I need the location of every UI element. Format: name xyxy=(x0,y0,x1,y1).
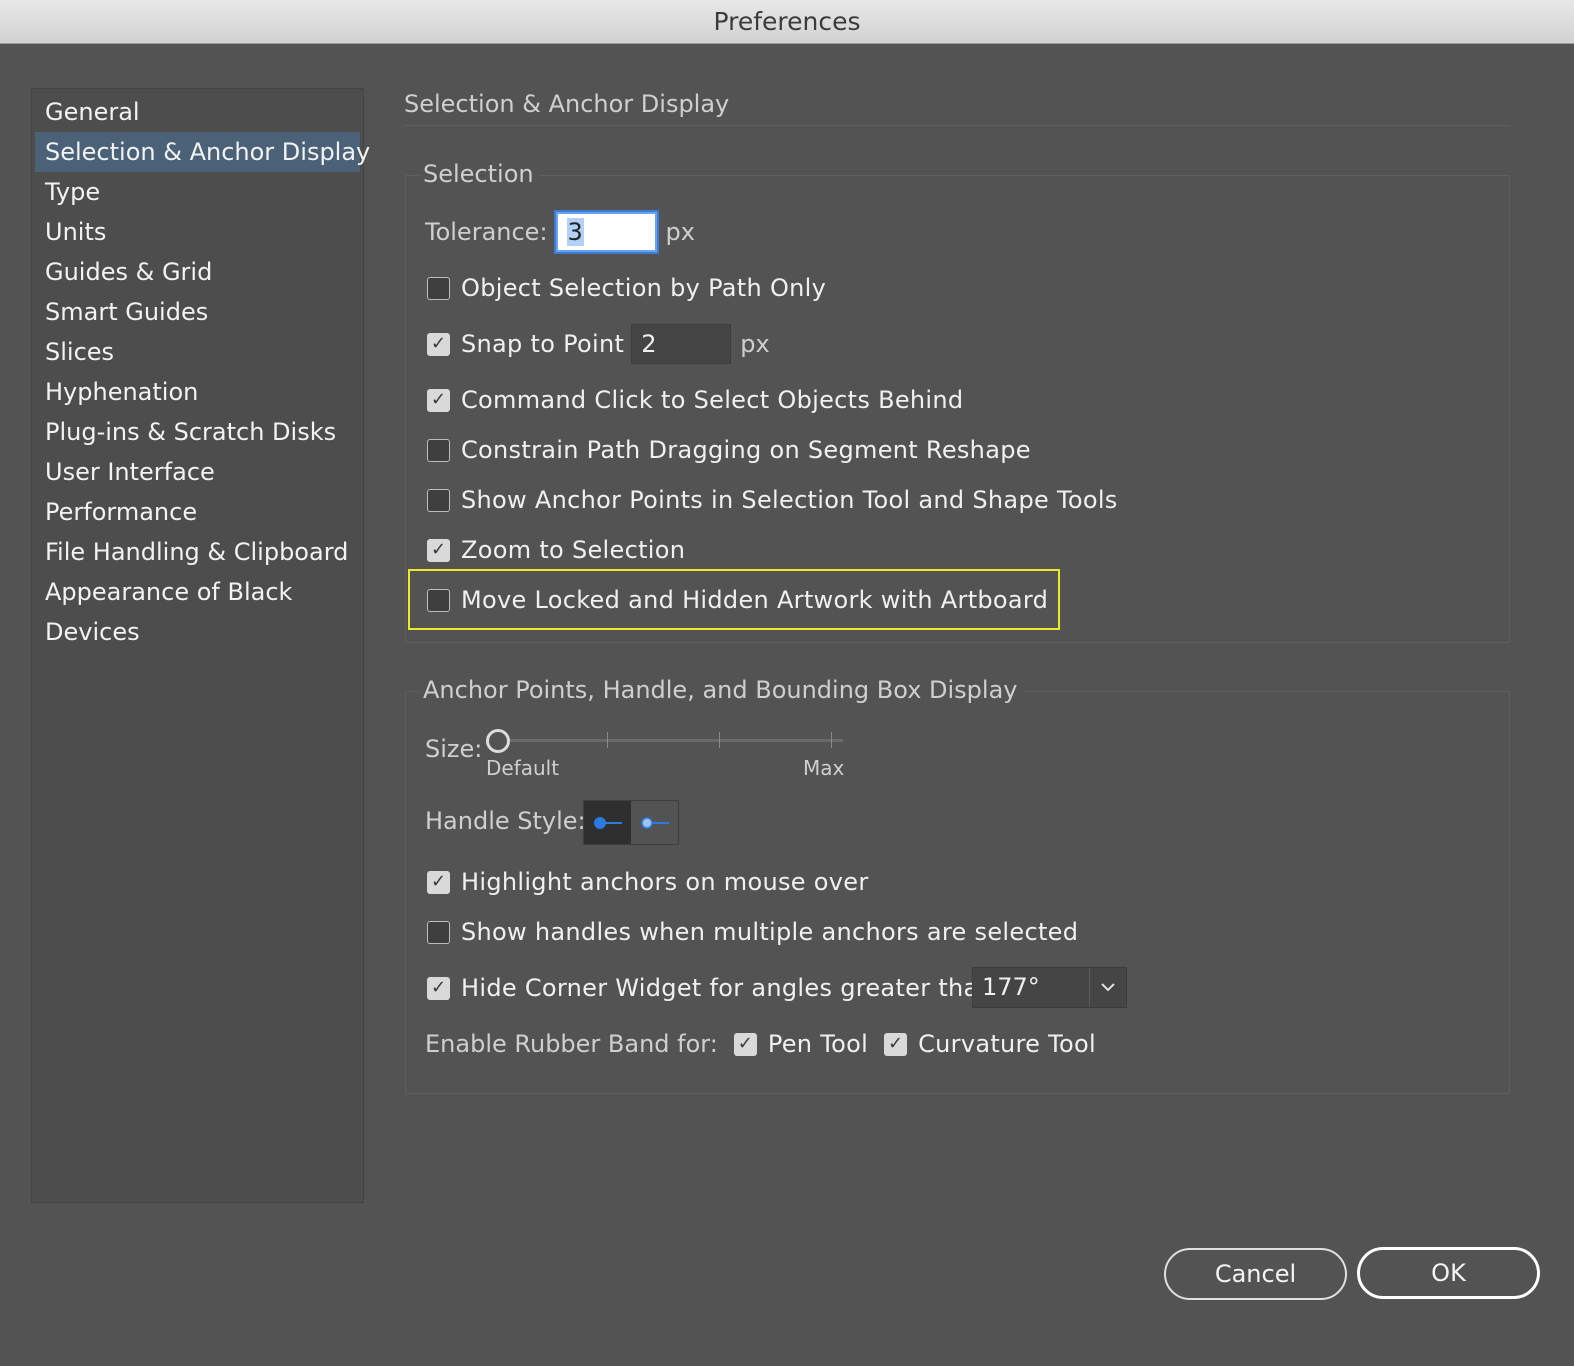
show-anchor-points-row[interactable]: Show Anchor Points in Selection Tool and… xyxy=(427,486,1118,514)
snap-to-point-checkbox[interactable]: ✓ xyxy=(427,332,450,356)
size-slider-tick xyxy=(719,732,720,748)
constrain-path-row[interactable]: Constrain Path Dragging on Segment Resha… xyxy=(427,436,1031,464)
handle-style-label: Handle Style: xyxy=(425,807,586,835)
size-slider-knob[interactable] xyxy=(486,729,510,753)
rubber-band-row: Enable Rubber Band for: ✓ Pen Tool ✓ Cur… xyxy=(425,1030,1096,1058)
move-locked-label: Move Locked and Hidden Artwork with Artb… xyxy=(461,586,1049,614)
sidebar-item-slices[interactable]: Slices xyxy=(35,332,360,372)
move-locked-checkbox[interactable] xyxy=(427,588,450,612)
title-bar: Preferences xyxy=(0,0,1574,44)
hide-corner-widget-row[interactable]: ✓ Hide Corner Widget for angles greater … xyxy=(427,974,1002,1002)
tolerance-input[interactable]: 3 xyxy=(555,212,657,252)
check-icon: ✓ xyxy=(737,1033,753,1054)
sidebar-item-general[interactable]: General xyxy=(35,92,360,132)
hide-corner-widget-checkbox[interactable]: ✓ xyxy=(427,976,450,1000)
cancel-button[interactable]: Cancel xyxy=(1164,1248,1347,1300)
object-selection-checkbox[interactable] xyxy=(427,276,450,300)
pen-tool-label: Pen Tool xyxy=(767,1030,869,1058)
size-min-label: Default xyxy=(486,756,560,780)
chevron-down-icon[interactable] xyxy=(1089,968,1126,1007)
sidebar-item-user-interface[interactable]: User Interface xyxy=(35,452,360,492)
snap-to-point-input[interactable]: 2 xyxy=(631,324,732,364)
size-slider-tick xyxy=(831,732,832,748)
command-click-label: Command Click to Select Objects Behind xyxy=(461,386,964,414)
constrain-path-label: Constrain Path Dragging on Segment Resha… xyxy=(461,436,1031,464)
pen-tool-checkbox[interactable]: ✓ xyxy=(733,1032,757,1056)
check-icon: ✓ xyxy=(888,1033,904,1054)
curvature-tool-checkbox[interactable]: ✓ xyxy=(884,1032,908,1056)
sidebar-item-smart-guides[interactable]: Smart Guides xyxy=(35,292,360,332)
show-anchor-points-checkbox[interactable] xyxy=(427,488,450,512)
highlight-anchors-label: Highlight anchors on mouse over xyxy=(461,868,869,896)
tolerance-row: Tolerance: 3 px xyxy=(425,212,695,252)
snap-to-point-value: 2 xyxy=(641,330,657,358)
check-icon: ✓ xyxy=(430,333,447,354)
sidebar-item-guides-grid[interactable]: Guides & Grid xyxy=(35,252,360,292)
handle-style-solid-button[interactable] xyxy=(584,801,631,844)
check-icon: ✓ xyxy=(430,539,447,560)
hide-corner-widget-label: Hide Corner Widget for angles greater th… xyxy=(461,974,1003,1002)
window-title: Preferences xyxy=(713,7,861,36)
sidebar-item-selection-anchor-display[interactable]: Selection & Anchor Display xyxy=(35,132,370,172)
panel-divider xyxy=(404,125,1510,126)
snap-to-point-row: ✓ Snap to Point 2 px xyxy=(427,324,770,364)
highlight-anchors-row[interactable]: ✓ Highlight anchors on mouse over xyxy=(427,868,869,896)
corner-angle-value: 177° xyxy=(982,973,1040,1001)
zoom-to-selection-label: Zoom to Selection xyxy=(461,536,686,564)
tolerance-value: 3 xyxy=(566,218,584,246)
sidebar-item-appearance-of-black[interactable]: Appearance of Black xyxy=(35,572,360,612)
zoom-to-selection-row[interactable]: ✓ Zoom to Selection xyxy=(427,536,685,564)
check-icon: ✓ xyxy=(430,389,447,410)
sidebar-item-units[interactable]: Units xyxy=(35,212,360,252)
tolerance-label: Tolerance: xyxy=(425,218,548,246)
sidebar-item-hyphenation[interactable]: Hyphenation xyxy=(35,372,360,412)
size-slider-track[interactable] xyxy=(498,739,843,742)
rubber-band-label: Enable Rubber Band for: xyxy=(425,1030,718,1058)
show-anchor-points-label: Show Anchor Points in Selection Tool and… xyxy=(461,486,1118,514)
anchor-display-legend: Anchor Points, Handle, and Bounding Box … xyxy=(419,676,1024,704)
sidebar-item-plugins-scratch-disks[interactable]: Plug-ins & Scratch Disks xyxy=(35,412,360,452)
snap-to-point-unit: px xyxy=(740,330,770,358)
selection-legend: Selection xyxy=(419,160,540,188)
panel-title: Selection & Anchor Display xyxy=(404,90,730,118)
curvature-tool-label: Curvature Tool xyxy=(918,1030,1096,1058)
ok-button[interactable]: OK xyxy=(1357,1247,1540,1299)
sidebar-item-file-handling-clipboard[interactable]: File Handling & Clipboard xyxy=(35,532,360,572)
sidebar-item-devices[interactable]: Devices xyxy=(35,612,360,652)
sidebar-item-performance[interactable]: Performance xyxy=(35,492,360,532)
sidebar-item-type[interactable]: Type xyxy=(35,172,360,212)
corner-angle-dropdown[interactable]: 177° xyxy=(972,967,1127,1008)
show-handles-label: Show handles when multiple anchors are s… xyxy=(461,918,1079,946)
object-selection-label: Object Selection by Path Only xyxy=(461,274,827,302)
tolerance-unit: px xyxy=(665,218,695,246)
handle-style-group xyxy=(583,800,679,845)
highlight-anchors-checkbox[interactable]: ✓ xyxy=(427,870,450,894)
move-locked-row[interactable]: Move Locked and Hidden Artwork with Artb… xyxy=(427,586,1048,614)
handle-solid-icon xyxy=(594,817,622,829)
command-click-checkbox[interactable]: ✓ xyxy=(427,388,450,412)
handle-style-hollow-button[interactable] xyxy=(631,801,678,844)
constrain-path-checkbox[interactable] xyxy=(427,438,450,462)
show-handles-checkbox[interactable] xyxy=(427,920,450,944)
size-label: Size: xyxy=(425,735,483,763)
sidebar-category-list: General Selection & Anchor Display Type … xyxy=(31,88,370,1203)
object-selection-row[interactable]: Object Selection by Path Only xyxy=(427,274,826,302)
handle-hollow-icon xyxy=(641,817,669,829)
zoom-to-selection-checkbox[interactable]: ✓ xyxy=(427,538,450,562)
check-icon: ✓ xyxy=(430,977,447,998)
check-icon: ✓ xyxy=(430,871,447,892)
snap-to-point-label: Snap to Point xyxy=(461,330,625,358)
size-slider-tick xyxy=(607,732,608,748)
size-max-label: Max xyxy=(803,756,845,780)
show-handles-row[interactable]: Show handles when multiple anchors are s… xyxy=(427,918,1078,946)
command-click-row[interactable]: ✓ Command Click to Select Objects Behind xyxy=(427,386,963,414)
